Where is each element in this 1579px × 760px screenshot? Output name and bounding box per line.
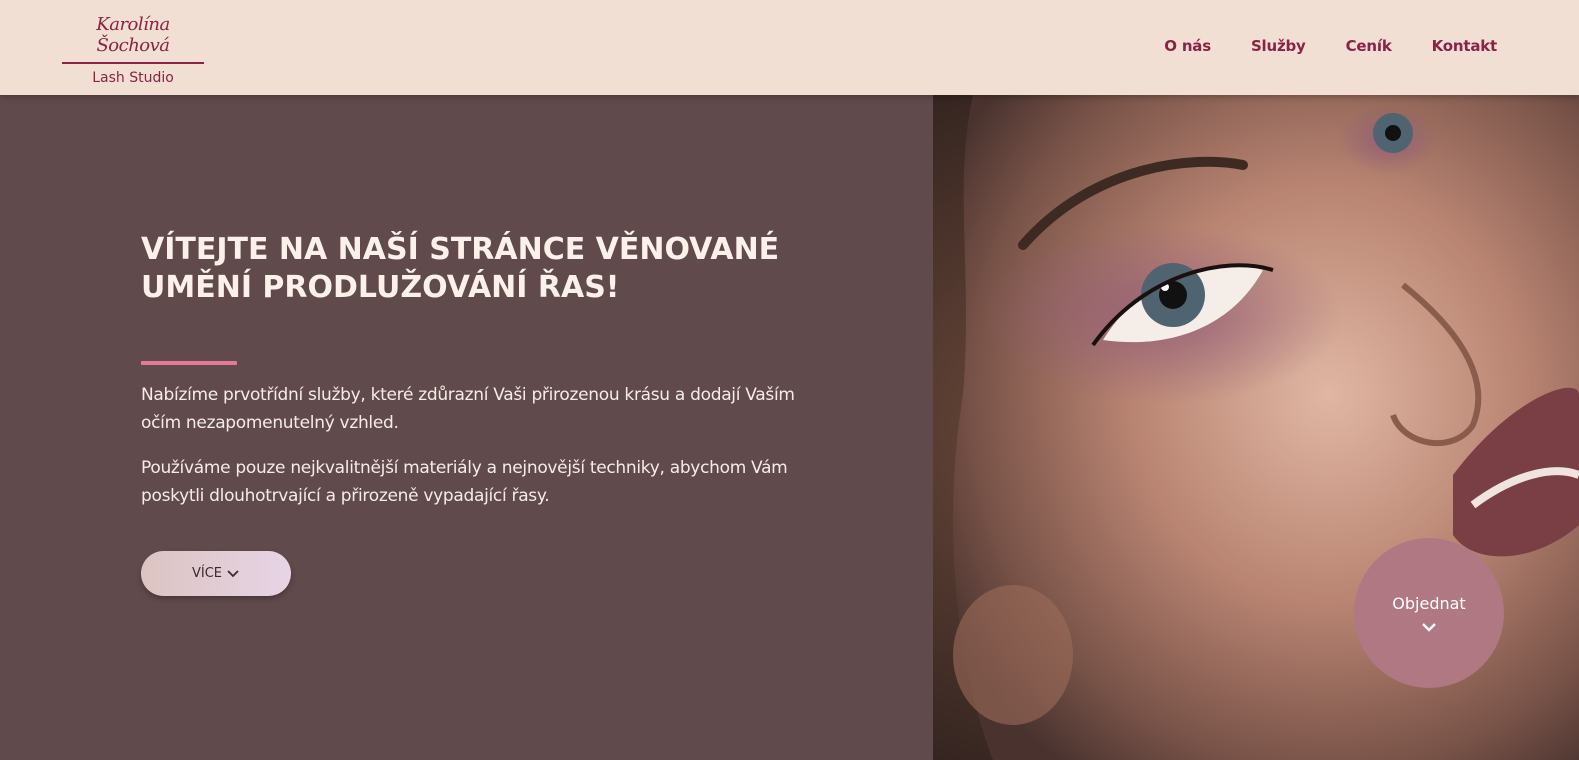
hero-title: VÍTEJTE NA NAŠÍ STRÁNCE VĚNOVANÉ UMĚNÍ P… bbox=[141, 232, 780, 305]
order-button[interactable]: Objednat bbox=[1354, 538, 1504, 688]
nav-item-o-nas[interactable]: O nás bbox=[1164, 37, 1211, 55]
nav-item-cenik[interactable]: Ceník bbox=[1346, 37, 1392, 55]
hero-paragraph-2: Používáme pouze nejkvalitnější materiály… bbox=[141, 458, 788, 506]
title-underline bbox=[141, 361, 237, 365]
site-header: Karolína Šochová Lash Studio O nás Služb… bbox=[0, 0, 1579, 95]
logo[interactable]: Karolína Šochová Lash Studio bbox=[62, 14, 204, 86]
nav-item-kontakt[interactable]: Kontakt bbox=[1432, 37, 1498, 55]
chevron-down-icon bbox=[227, 569, 239, 577]
hero-text-panel: VÍTEJTE NA NAŠÍ STRÁNCE VĚNOVANÉ UMĚNÍ P… bbox=[0, 95, 933, 760]
more-button[interactable]: VÍCE bbox=[141, 551, 291, 596]
more-button-label: VÍCE bbox=[191, 566, 223, 581]
order-button-label: Objednat bbox=[1392, 593, 1466, 613]
main-nav: O nás Služby Ceník Kontakt bbox=[1164, 37, 1497, 55]
logo-subtitle: Lash Studio bbox=[92, 70, 174, 86]
chevron-down-icon bbox=[1422, 622, 1436, 632]
logo-name: Karolína Šochová bbox=[62, 14, 204, 64]
hero-paragraph-1: Nabízíme prvotřídní služby, které zdůraz… bbox=[141, 385, 795, 433]
nav-item-sluzby[interactable]: Služby bbox=[1251, 37, 1306, 55]
